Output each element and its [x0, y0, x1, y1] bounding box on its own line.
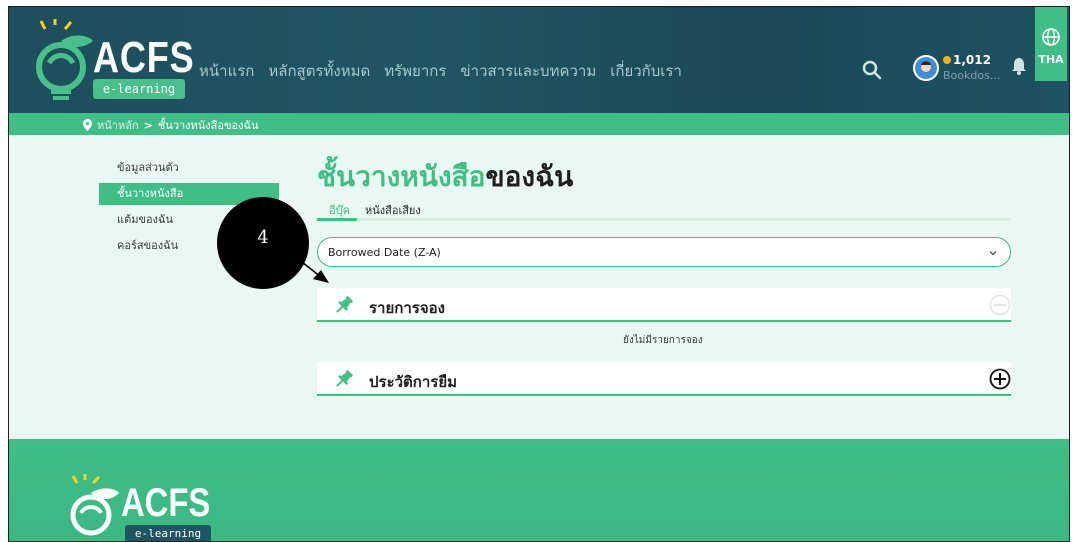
pin-icon — [336, 370, 353, 387]
chevron-down-icon — [989, 251, 997, 256]
panel-borrow-history[interactable]: ประวัติการยืม — [317, 362, 1011, 396]
coin-icon — [943, 56, 951, 64]
active-tab-indicator — [317, 218, 357, 221]
breadcrumb-separator: > — [143, 118, 153, 132]
logo-text: ACFS — [93, 33, 195, 82]
location-pin-icon — [83, 119, 92, 131]
panel-reservations[interactable]: รายการจอง — [317, 288, 1011, 322]
footer-logo-bulb-icon — [70, 474, 119, 536]
footer-logo-text: ACFS — [121, 481, 211, 525]
collapse-minus-icon[interactable] — [989, 294, 1011, 316]
nav-resources[interactable]: ทรัพยากร — [384, 59, 446, 83]
annotation-step-marker: 4 — [217, 197, 309, 289]
app-window: ACFS e-learning หน้าแรก หลักสูตรทั้งหมด … — [8, 6, 1070, 542]
nav-home[interactable]: หน้าแรก — [199, 59, 254, 83]
language-switcher[interactable]: THA — [1035, 7, 1067, 81]
sort-select[interactable]: Borrowed Date (Z-A) — [317, 237, 1011, 267]
language-label: THA — [1038, 53, 1064, 66]
sort-select-value: Borrowed Date (Z-A) — [328, 246, 441, 259]
annotation-number: 4 — [257, 227, 269, 248]
sidebar-item-profile[interactable]: ข้อมูลส่วนตัว — [99, 157, 279, 179]
tab-audiobook[interactable]: หนังสือเสียง — [365, 201, 421, 219]
bell-icon[interactable] — [1011, 57, 1027, 75]
nav-news[interactable]: ข่าวสารและบทความ — [460, 59, 596, 83]
coin-balance: 1,012 — [943, 53, 991, 67]
page-title-part2: ของฉัน — [485, 160, 574, 193]
coin-count-text: 1,012 — [953, 53, 991, 67]
panel-borrow-history-title: ประวัติการยืม — [369, 373, 458, 391]
header: ACFS e-learning หน้าแรก หลักสูตรทั้งหมด … — [9, 7, 1069, 113]
avatar[interactable] — [913, 55, 939, 81]
nav-about[interactable]: เกี่ยวกับเรา — [610, 59, 682, 83]
logo-subtitle: e-learning — [93, 79, 185, 99]
logo[interactable]: ACFS e-learning — [31, 19, 194, 105]
footer-logo-subtitle: e-learning — [125, 525, 211, 541]
nav-courses[interactable]: หลักสูตรทั้งหมด — [268, 59, 370, 83]
user-menu[interactable]: 1,012 Bookdos... — [913, 49, 1003, 89]
logo-bulb-icon — [36, 19, 93, 100]
search-icon[interactable] — [861, 59, 883, 81]
page-title-part1: ชั้นวางหนังสือ — [317, 160, 486, 193]
empty-reservations-message: ยังไม่มีรายการจอง — [623, 335, 703, 346]
main-nav: หน้าแรก หลักสูตรทั้งหมด ทรัพยากร ข่าวสาร… — [199, 59, 682, 83]
panel-reservations-title: รายการจอง — [369, 299, 445, 317]
breadcrumb-bar: หน้าหลัก > ชั้นวางหนังสือของฉัน — [9, 113, 1069, 135]
expand-plus-icon[interactable] — [989, 368, 1011, 390]
page-title: ชั้นวางหนังสือของฉัน — [317, 155, 573, 199]
globe-icon — [1042, 28, 1060, 46]
footer: ACFS e-learning — [9, 439, 1069, 541]
tab-ebook[interactable]: อีบุ๊ค — [329, 201, 350, 219]
breadcrumb-home[interactable]: หน้าหลัก — [97, 116, 139, 134]
footer-logo[interactable]: ACFS e-learning — [65, 473, 225, 541]
breadcrumb: หน้าหลัก > ชั้นวางหนังสือของฉัน — [83, 116, 259, 134]
pin-icon — [336, 296, 353, 313]
breadcrumb-current: ชั้นวางหนังสือของฉัน — [157, 119, 259, 132]
user-name: Bookdos... — [943, 69, 1001, 82]
tab-bar: อีบุ๊ค หนังสือเสียง — [317, 195, 1011, 221]
